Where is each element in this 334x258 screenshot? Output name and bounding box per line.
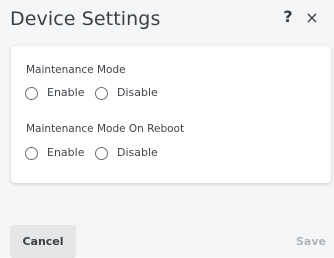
- close-icon[interactable]: ×: [304, 8, 320, 28]
- maintenance-mode-on-reboot-disable-radio[interactable]: Disable: [95, 146, 161, 164]
- dialog-title: Device Settings: [10, 8, 161, 30]
- radio-circle-icon: [25, 147, 38, 160]
- radio-circle-icon: [95, 147, 108, 160]
- radio-circle-icon: [95, 87, 108, 100]
- save-button[interactable]: Save: [288, 225, 334, 258]
- cancel-button[interactable]: Cancel: [10, 225, 76, 258]
- radio-label: Enable: [47, 146, 85, 159]
- maintenance-mode-enable-radio[interactable]: Enable: [25, 86, 91, 104]
- maintenance-mode-disable-radio[interactable]: Disable: [95, 86, 161, 104]
- radio-label: Disable: [117, 146, 158, 159]
- radio-label: Disable: [117, 86, 158, 99]
- radio-circle-icon: [25, 87, 38, 100]
- settings-card: Maintenance Mode Enable Disable Maintena…: [11, 46, 331, 183]
- maintenance-mode-label: Maintenance Mode: [26, 64, 126, 76]
- radio-label: Enable: [47, 86, 85, 99]
- maintenance-mode-on-reboot-enable-radio[interactable]: Enable: [25, 146, 91, 164]
- dialog-header: Device Settings ? ×: [0, 0, 334, 44]
- maintenance-mode-on-reboot-label: Maintenance Mode On Reboot: [26, 123, 185, 135]
- help-icon[interactable]: ?: [280, 7, 296, 29]
- device-settings-dialog: Device Settings ? × Maintenance Mode Ena…: [0, 0, 334, 258]
